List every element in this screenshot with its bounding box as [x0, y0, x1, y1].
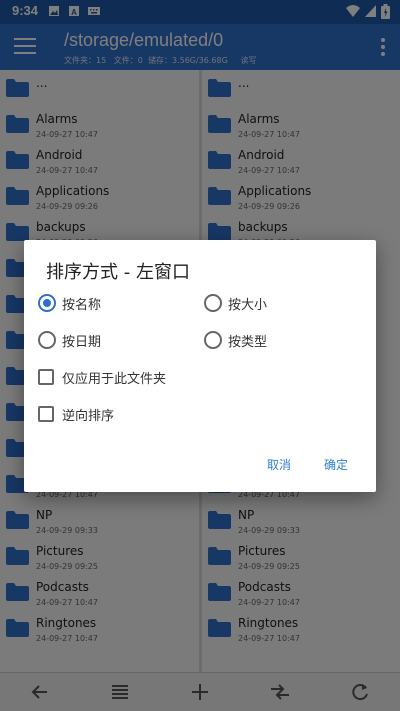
radio-button[interactable] [38, 294, 56, 312]
checkbox[interactable] [38, 369, 54, 385]
sort-by-size-option[interactable]: 按大小 [204, 292, 354, 316]
option-label: 按大小 [228, 298, 268, 313]
sort-dialog: 排序方式 - 左窗口 按名称 按大小 按日期 按类型 仅应用于此文件夹 逆向排序… [24, 240, 376, 492]
sort-by-type-option[interactable]: 按类型 [204, 329, 354, 353]
apply-folder-only-option[interactable]: 仅应用于此文件夹 [38, 366, 238, 390]
option-label: 按名称 [62, 298, 102, 313]
option-label: 按类型 [228, 335, 268, 350]
reverse-sort-option[interactable]: 逆向排序 [38, 403, 238, 427]
radio-button[interactable] [204, 331, 222, 349]
option-label: 按日期 [62, 335, 102, 350]
radio-button[interactable] [204, 294, 222, 312]
sort-by-name-option[interactable]: 按名称 [38, 292, 188, 316]
checkbox[interactable] [38, 406, 54, 422]
radio-button[interactable] [38, 331, 56, 349]
dialog-title: 排序方式 - 左窗口 [46, 262, 190, 283]
cancel-button[interactable]: 取消 [267, 456, 291, 473]
ok-button[interactable]: 确定 [324, 456, 348, 473]
option-label: 逆向排序 [62, 409, 115, 424]
option-label: 仅应用于此文件夹 [62, 372, 167, 387]
sort-by-date-option[interactable]: 按日期 [38, 329, 188, 353]
